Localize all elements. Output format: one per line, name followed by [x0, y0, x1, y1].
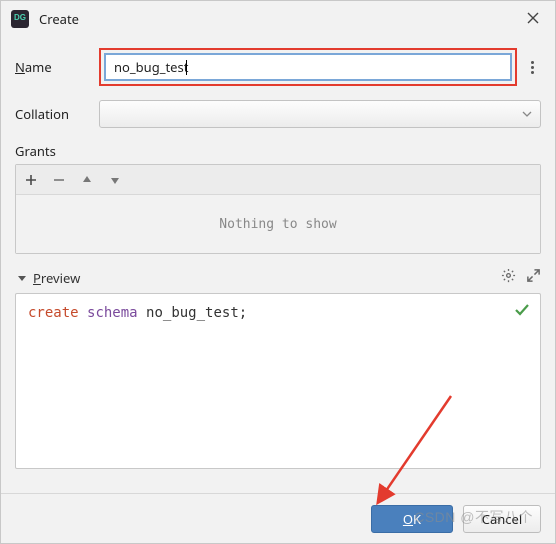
- move-up-icon[interactable]: [80, 174, 94, 186]
- more-options-icon[interactable]: [523, 59, 541, 76]
- app-icon: DG: [11, 10, 29, 28]
- expand-icon[interactable]: [526, 268, 541, 287]
- remove-icon[interactable]: [52, 174, 66, 186]
- dialog-window: DG Create Name no_bug_test Collation: [0, 0, 556, 544]
- name-row: Name no_bug_test: [15, 48, 541, 86]
- dialog-content: Name no_bug_test Collation Grants: [1, 37, 555, 469]
- grants-label: Grants: [15, 142, 541, 160]
- cancel-button[interactable]: Cancel: [463, 505, 541, 533]
- sql-identifier: no_bug_test: [146, 305, 239, 321]
- add-icon[interactable]: [24, 174, 38, 186]
- check-icon: [514, 302, 530, 325]
- move-down-icon[interactable]: [108, 174, 122, 186]
- sql-semicolon: ;: [239, 305, 247, 321]
- grants-toolbar: [16, 165, 540, 195]
- window-title: Create: [39, 10, 521, 28]
- preview-editor[interactable]: create schema no_bug_test;: [15, 293, 541, 469]
- preview-title: Preview: [33, 269, 491, 287]
- sql-keyword-schema: schema: [87, 305, 138, 321]
- name-field[interactable]: no_bug_test: [104, 53, 512, 81]
- close-icon[interactable]: [521, 10, 545, 28]
- preview-header: Preview: [15, 268, 541, 287]
- collapse-icon[interactable]: [15, 269, 29, 287]
- name-input-text: no_bug_test: [114, 58, 188, 76]
- text-caret: [186, 60, 187, 75]
- sql-keyword-create: create: [28, 305, 79, 321]
- grants-empty-text: Nothing to show: [16, 195, 540, 253]
- gear-icon[interactable]: [501, 268, 516, 287]
- name-highlight: no_bug_test: [99, 48, 517, 86]
- ok-button[interactable]: OK: [371, 505, 453, 533]
- dialog-footer: OK Cancel: [1, 493, 555, 543]
- collation-label: Collation: [15, 105, 99, 123]
- collation-select[interactable]: [99, 100, 541, 128]
- grants-panel: Nothing to show: [15, 164, 541, 254]
- title-bar: DG Create: [1, 1, 555, 37]
- collation-row: Collation: [15, 100, 541, 128]
- chevron-down-icon: [522, 109, 532, 119]
- name-label: Name: [15, 58, 99, 76]
